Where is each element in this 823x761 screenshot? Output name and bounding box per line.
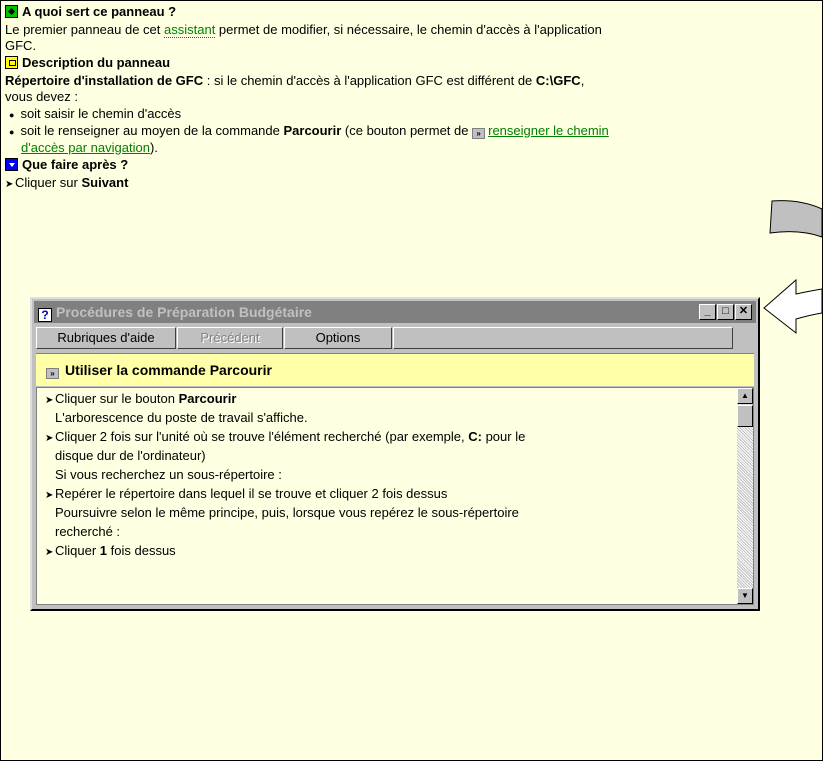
list-item-cont: Poursuivre selon le même principe, puis,…	[55, 505, 519, 520]
topic-content: ➤ Cliquer sur le bouton Parcourir L'arbor…	[36, 387, 754, 605]
browse-path-link-cont[interactable]: d'accès par navigation	[21, 140, 150, 155]
help-popup-window: ? Procédures de Préparation Budgétaire _ …	[30, 297, 760, 611]
bullet-item-cont: d'accès par navigation).	[21, 140, 158, 155]
maximize-icon[interactable]: □	[717, 304, 734, 320]
topic-title: Utiliser la commande Parcourir	[65, 362, 272, 378]
section1-text-cont: GFC.	[5, 38, 37, 53]
help-topics-button[interactable]: Rubriques d'aide	[36, 327, 176, 349]
list-item-cont: disque dur de l'ordinateur)	[55, 448, 206, 463]
list-item: ➤ Cliquer 1 fois dessus	[45, 543, 176, 558]
list-item: ➤ Cliquer sur le bouton Parcourir	[45, 391, 237, 406]
popup-toolbar: Rubriques d'aide Précédent Options	[34, 325, 756, 351]
section-what-for-heading: A quoi sert ce panneau ?	[5, 4, 176, 20]
topic-heading: » Utiliser la commande Parcourir	[36, 353, 754, 386]
bullet-item: ● soit saisir le chemin d'accès	[9, 106, 182, 121]
jump-icon[interactable]: »	[472, 128, 486, 139]
scroll-down-icon[interactable]: ▼	[737, 588, 753, 604]
section1-text: Le premier panneau de cet assistant perm…	[5, 22, 602, 38]
toolbar-spacer	[393, 327, 733, 349]
list-item-cont: recherché :	[55, 524, 121, 539]
yellow-panel-icon	[5, 56, 18, 69]
popup-title: Procédures de Préparation Budgétaire	[56, 304, 312, 320]
options-button[interactable]: Options	[284, 327, 392, 349]
jump-icon: »	[46, 368, 59, 379]
section-next-heading: Que faire après ?	[5, 157, 128, 173]
list-item: ➤ Repérer le répertoire dans lequel il se…	[45, 486, 448, 501]
vertical-scrollbar[interactable]: ▲ ▼	[737, 388, 753, 604]
section-title: Description du panneau	[22, 55, 171, 70]
green-diamond-icon	[5, 5, 18, 18]
vous-devez-text: vous devez :	[5, 89, 78, 104]
close-icon[interactable]: ✕	[735, 304, 752, 320]
list-item: ➤ Cliquer 2 fois sur l'unité où se trouve…	[45, 429, 526, 444]
help-question-icon: ?	[38, 308, 52, 322]
list-item-cont: L'arborescence du poste de travail s'aff…	[55, 410, 308, 425]
list-item-cont: Si vous recherchez un sous-répertoire :	[55, 467, 282, 482]
browse-path-link[interactable]: renseigner le chemin	[488, 123, 609, 138]
next-step-text: ➤ Cliquer sur Suivant	[5, 175, 128, 193]
previous-button[interactable]: Précédent	[177, 327, 283, 349]
bullet-item: ● soit le renseigner au moyen de la comma…	[9, 123, 609, 139]
minimize-icon[interactable]: _	[699, 304, 716, 320]
section-description-heading: Description du panneau	[5, 55, 170, 71]
section-title: A quoi sert ce panneau ?	[22, 4, 177, 19]
callout-arrow-icon	[763, 200, 823, 335]
repertoire-text: Répertoire d'installation de GFC : si le…	[5, 73, 585, 88]
assistant-link[interactable]: assistant	[164, 22, 216, 38]
scroll-up-icon[interactable]: ▲	[737, 388, 753, 404]
popup-titlebar[interactable]: ? Procédures de Préparation Budgétaire _ …	[34, 301, 756, 323]
scroll-thumb[interactable]	[737, 405, 753, 427]
blue-arrow-icon	[5, 158, 18, 171]
section-title: Que faire après ?	[22, 157, 129, 172]
arrow-bullet-icon: ➤	[5, 179, 14, 190]
